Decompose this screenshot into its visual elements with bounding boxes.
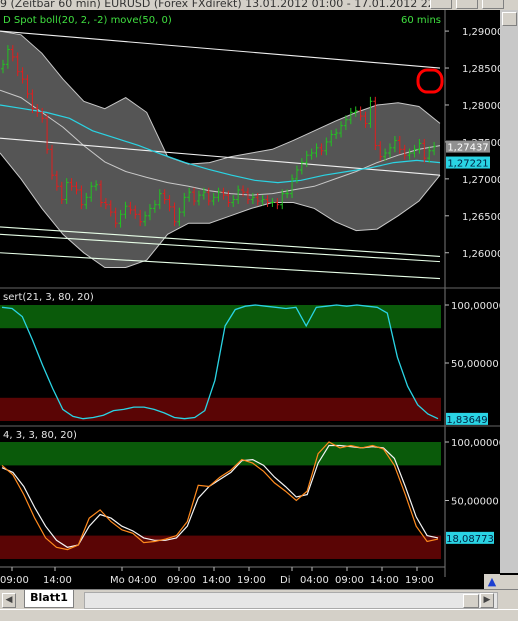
time-tick-label: 04:00 (300, 575, 329, 586)
price-tick-label: 1,28000 (462, 101, 500, 112)
price-tick-label: 1,26000 (462, 249, 500, 260)
resize-grip (500, 575, 518, 589)
time-tick-label: 19:00 (405, 575, 434, 586)
time-tick-label: Mo 04:00 (110, 575, 157, 586)
overbought-zone (0, 305, 441, 329)
window-titlebar: 9 (Zeitbar 60 min) EURUSD (Forex FXdirek… (0, 0, 518, 10)
close-button[interactable] (482, 0, 504, 9)
sheet-tab-bar: ◀ Blatt1 ◀ ▶ (0, 589, 518, 610)
indicator2-tick-label: 50,00000 (451, 497, 499, 508)
first-sheet-icon[interactable]: ◀ (2, 593, 16, 608)
minimize-button[interactable] (430, 0, 452, 9)
oversold-zone (0, 535, 441, 559)
time-tick-label: Di (280, 575, 290, 586)
sheet-tab[interactable]: Blatt1 (24, 590, 74, 608)
scroll-up-icon[interactable] (502, 12, 517, 26)
status-bar (0, 609, 518, 621)
trendline (0, 252, 441, 280)
indicator1-tick-label: 50,00000 (451, 359, 499, 370)
overbought-zone (0, 442, 441, 466)
timeframe-label: 60 mins (401, 15, 441, 26)
time-tick-label: 14:00 (370, 575, 399, 586)
scroll-right-icon[interactable]: ▶ (480, 593, 494, 608)
oversold-zone (0, 397, 441, 421)
chart-tool-icon[interactable]: ▲ (484, 574, 500, 589)
indicator2-value-label: 18,08773 (446, 534, 494, 545)
trendline (0, 226, 441, 257)
time-tick-label: 14:00 (202, 575, 231, 586)
time-tick-label: 09:00 (335, 575, 364, 586)
price-tick-label: 1,29000 (462, 27, 500, 38)
price-tick-label: 1,26500 (462, 212, 500, 223)
time-tick-label: 19:00 (237, 575, 266, 586)
time-tick-label: 09:00 (167, 575, 196, 586)
indicator1-label: sert(21, 3, 80, 20) (3, 292, 94, 303)
chart-area[interactable]: D Spot boll(20, 2, -2) move(50, 0) 60 min… (0, 10, 500, 589)
maximize-button[interactable] (456, 0, 478, 9)
ma-value-label: 1,27221 (447, 159, 488, 170)
window-title: 9 (Zeitbar 60 min) EURUSD (Forex FXdirek… (0, 0, 446, 10)
horizontal-scrollbar[interactable] (84, 592, 498, 609)
indicator2-label: 4, 3, 3, 80, 20) (3, 430, 77, 441)
trendline (0, 233, 441, 263)
trendline (0, 30, 441, 69)
time-tick-label: 14:00 (43, 575, 72, 586)
time-tick-label: 09:00 (0, 575, 29, 586)
scroll-thumb[interactable] (463, 594, 479, 608)
price-tick-label: 1,28500 (462, 64, 500, 75)
indicator1-value-label: 1,83649 (446, 415, 487, 426)
indicator1-tick-label: 100,00000 (451, 301, 500, 312)
current-price-label: 1,27437 (447, 143, 488, 154)
bollinger-fill (0, 31, 440, 268)
marker-circle (416, 68, 444, 94)
vertical-scrollbar[interactable] (500, 10, 518, 573)
indicator2-tick-label: 100,00000 (451, 438, 500, 449)
price-tick-label: 1,27000 (462, 175, 500, 186)
price-pane-label: D Spot boll(20, 2, -2) move(50, 0) (3, 15, 172, 26)
